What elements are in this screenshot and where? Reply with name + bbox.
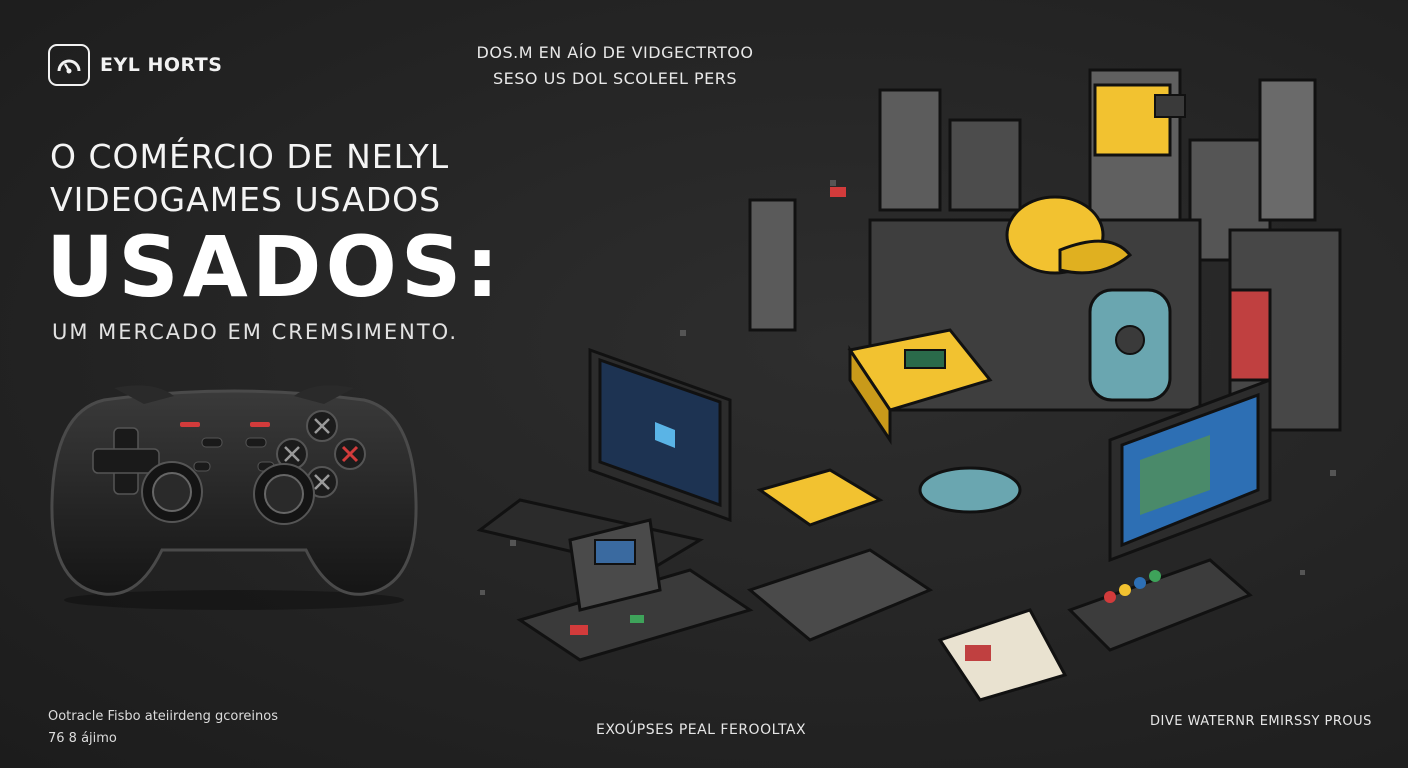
brand-logo[interactable]: EYL HORTS [48, 44, 222, 86]
headline-line-2: VIDEOGAMES USADOS [50, 180, 442, 219]
headline: O COMÉRCIO DE NELYL VIDEOGAMES USADOS [50, 135, 449, 221]
footer-left-line-1: Ootracle Fisbo ateiirdeng gcoreinos [48, 709, 279, 724]
gauge-logo-icon [48, 44, 90, 86]
footer-right: DIVE WATERNR EMIRSSY PROUS [1150, 714, 1372, 729]
headline-big: USADOS: [46, 218, 503, 316]
footer-center: EXOÚPSES PEAL FEROOLTAX [596, 722, 807, 738]
footer-left: Ootracle Fisbo ateiirdeng gcoreinos 76 8… [48, 706, 278, 750]
brand-name: EYL HORTS [100, 54, 223, 76]
console-pile-illustration [450, 50, 1360, 714]
gamepad-icon [44, 382, 424, 616]
headline-line-1: O COMÉRCIO DE NELYL [50, 137, 450, 176]
footer-left-line-2: 76 8 ájimo [48, 731, 117, 746]
headline-subtitle: UM MERCADO EM CREMSIMENTO. [52, 320, 459, 344]
